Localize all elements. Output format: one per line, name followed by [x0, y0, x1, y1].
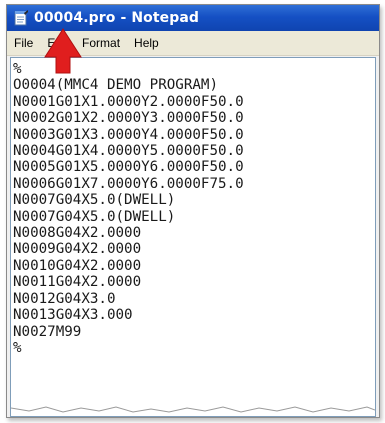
editor-line: N0001G01X1.0000Y2.0000F50.0 [13, 93, 244, 110]
notepad-window: 00004.pro - Notepad File Edit Format Hel… [6, 4, 380, 418]
editor-line: N0008G04X2.0000 [13, 225, 142, 242]
editor-line: N0027M99 [13, 323, 82, 340]
editor-line: N0012G04X3.0 [13, 290, 116, 307]
editor-line: N0004G01X4.0000Y5.0000F50.0 [13, 143, 244, 160]
menu-file[interactable]: File [7, 36, 40, 50]
editor-line: % [13, 61, 22, 77]
editor-line: N0003G01X3.0000Y4.0000F50.0 [13, 126, 244, 143]
editor-line: N0009G04X2.0000 [13, 241, 142, 258]
editor-line: N0013G04X3.000 [13, 307, 133, 324]
text-editor[interactable]: % O0004(MMC4 DEMO PROGRAM) N0001G01X1.00… [10, 57, 376, 417]
editor-line: N0006G01X7.0000Y6.0000F75.0 [13, 175, 244, 192]
editor-lines: % O0004(MMC4 DEMO PROGRAM) N0001G01X1.00… [11, 58, 375, 356]
editor-line: N0011G04X2.0000 [13, 274, 142, 291]
editor-line: N0007G04X5.0(DWELL) [13, 192, 176, 209]
editor-line: N0005G01X5.0000Y6.0000F50.0 [13, 159, 244, 176]
editor-line: N0007G04X5.0(DWELL) [13, 208, 176, 225]
title-bar[interactable]: 00004.pro - Notepad [7, 5, 379, 31]
editor-line: N0002G01X2.0000Y3.0000F50.0 [13, 110, 244, 127]
editor-line: % [13, 339, 22, 356]
torn-edge-decoration [11, 406, 375, 416]
window-title: 00004.pro - Notepad [34, 10, 200, 26]
menu-bar: File Edit Format Help [7, 31, 379, 56]
menu-format[interactable]: Format [75, 36, 127, 50]
notepad-icon[interactable] [13, 10, 29, 26]
editor-line: O0004(MMC4 DEMO PROGRAM) [13, 77, 218, 94]
menu-help[interactable]: Help [127, 36, 166, 50]
menu-edit[interactable]: Edit [40, 36, 75, 50]
editor-line: N0010G04X2.0000 [13, 257, 142, 274]
